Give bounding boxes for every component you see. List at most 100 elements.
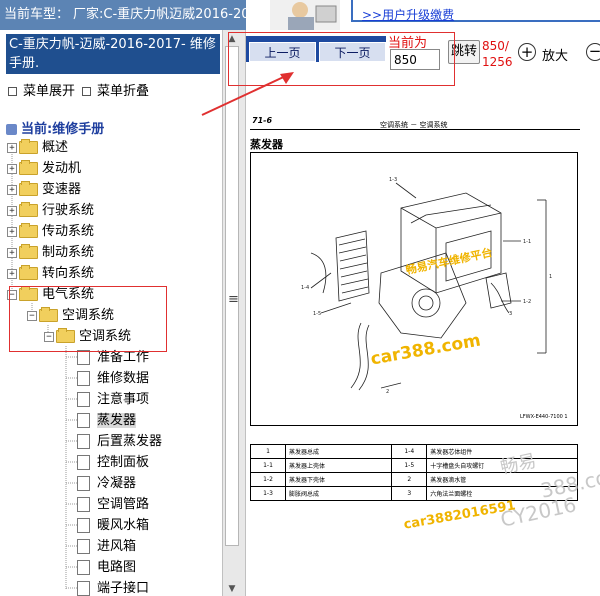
svg-text:1-3: 1-3 [389,177,397,183]
expand-plus-icon[interactable]: + [7,184,17,195]
tree-item-brake-system[interactable]: + 制动系统 [7,242,94,263]
expand-plus-icon[interactable]: + [7,142,17,153]
splitter-grip-icon[interactable]: ≡ [228,292,239,307]
tree-leaf-label: 维修数据 [97,371,150,386]
table-cell: 膨胀阀总成 [284,486,393,501]
tree-leaf-service-data[interactable]: 维修数据 [77,368,149,389]
tree-leaf-heater-core[interactable]: 暖风水箱 [77,515,149,536]
expand-plus-icon[interactable]: + [7,268,17,279]
svg-text:1: 1 [549,274,552,280]
tree-item-driving-system[interactable]: + 行驶系统 [7,200,94,221]
expand-plus-icon[interactable]: + [7,226,17,237]
table-cell: 蒸发器下壳体 [284,472,393,487]
tree-leaf-label: 后置蒸发器 [97,434,163,449]
figure-code: LFWX-E440-7100 1 [520,414,568,420]
zoom-in-icon[interactable]: + [518,43,536,61]
document-icon [77,560,90,575]
tree-leaf-precautions[interactable]: 注意事项 [77,389,149,410]
svg-text:1-4: 1-4 [301,285,309,291]
tree-leaf-ac-piping[interactable]: 空调管路 [77,494,149,515]
tree-item-engine[interactable]: + 发动机 [7,158,81,179]
tree-item-label: 制动系统 [42,245,95,260]
model-prefix: 当前车型： [4,7,70,22]
document-icon [77,434,90,449]
expand-plus-icon[interactable]: + [7,247,17,258]
tree-leaf-label: 进风箱 [97,539,137,554]
mechanic-banner-icon [270,0,340,30]
table-cell: 蒸发器总成 [284,444,393,459]
folder-icon [19,265,38,280]
tree-leaf-rear-evaporator[interactable]: 后置蒸发器 [77,431,162,452]
tree-leaf-label: 端子接口 [97,581,150,596]
table-cell: 3 [391,486,428,501]
folder-icon [19,139,38,154]
folder-icon [19,202,38,217]
section-title: 蒸发器 [250,138,283,151]
svg-text:1-5: 1-5 [313,311,321,317]
svg-text:3: 3 [509,311,512,317]
tree-leaf-label: 暖风水箱 [97,518,150,533]
document-icon [77,392,90,407]
tree-item-label: 转向系统 [42,266,95,281]
table-cell: 1-2 [250,472,286,487]
expand-plus-icon[interactable]: + [7,205,17,216]
upgrade-payment-link[interactable]: >>用户升级缴费 [362,6,454,23]
tree-leaf-wiring-diagram[interactable]: 电路图 [77,557,136,578]
tree-leaf-label: 准备工作 [97,350,150,365]
document-icon [77,497,90,512]
tree-item-overview[interactable]: + 概述 [7,137,68,158]
page-count: 850/ 1256 [482,38,513,70]
page-header-rule [250,129,580,130]
tree-highlight-annotation [9,286,167,352]
tree-leaf-label: 电路图 [97,560,137,575]
tree-item-label: 传动系统 [42,224,95,239]
document-icon [77,413,90,428]
scroll-down-arrow-icon[interactable]: ▼ [225,584,239,594]
table-row: 1-3 膨胀阀总成 3 六角法兰面螺栓 [250,486,578,501]
evaporator-exploded-diagram: 1-3 1-1 1 1-4 1-5 1-2 2 3 [250,152,578,426]
table-cell: 2 [391,472,428,487]
document-icon [77,350,90,365]
tree-item-label: 发动机 [42,161,82,176]
tree-leaf-terminal-connector[interactable]: 端子接口 [77,578,149,596]
tree-leaf-label: 冷凝器 [97,476,137,491]
document-icon [77,539,90,554]
page-number: 71-6 [252,116,273,125]
folder-icon [19,181,38,196]
tree-item-steering-system[interactable]: + 转向系统 [7,263,94,284]
model-value: 厂家:C-重庆力帆迈威2016-2017 [73,7,262,22]
document-icon [77,371,90,386]
table-cell: 1-3 [250,486,286,501]
tree-item-drivetrain[interactable]: + 传动系统 [7,221,94,242]
page-count-current: 850/ [482,39,509,53]
document-icon [77,455,90,470]
expand-plus-icon[interactable]: + [7,163,17,174]
table-cell: 1-1 [250,458,286,473]
tree-item-label: 变速器 [42,182,82,197]
tree-item-transmission[interactable]: + 变速器 [7,179,81,200]
svg-text:1-2: 1-2 [523,299,531,305]
document-icon [77,581,90,596]
tree-leaf-condenser[interactable]: 冷凝器 [77,473,136,494]
vehicle-model-bar: 当前车型： 厂家:C-重庆力帆迈威2016-2017 [0,0,262,30]
table-cell: 蒸发器上壳体 [284,458,393,473]
document-icon [77,518,90,533]
tree-leaf-air-intake-box[interactable]: 进风箱 [77,536,136,557]
page-count-total: 1256 [482,55,513,69]
zoom-in-label[interactable]: 放大 [542,45,568,64]
svg-text:2: 2 [386,389,389,395]
zoom-out-icon[interactable]: − [586,43,600,61]
tree-leaf-label: 注意事项 [97,392,150,407]
table-cell: 1-5 [391,458,428,473]
document-icon [77,476,90,491]
tree-item-label: 概述 [42,140,69,155]
tree-leaf-label: 控制面板 [97,455,150,470]
table-row: 1-2 蒸发器下壳体 2 蒸发器滴水管 [250,472,578,487]
tree-leaf-label: 蒸发器 [97,413,137,428]
tree-leaf-label: 空调管路 [97,497,150,512]
sidebar: C-重庆力帆-迈威-2016-2017- 维修手册. 菜单展开 菜单折叠 当前:… [0,0,222,596]
folder-icon [19,223,38,238]
tree-leaf-control-panel[interactable]: 控制面板 [77,452,149,473]
folder-icon [19,160,38,175]
tree-leaf-evaporator[interactable]: 蒸发器 [77,410,137,431]
